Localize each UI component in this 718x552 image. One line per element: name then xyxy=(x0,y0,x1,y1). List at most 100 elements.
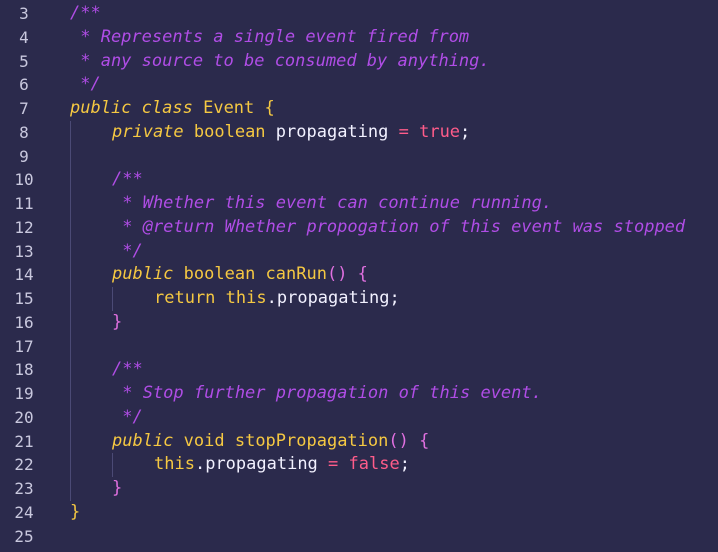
code-token: propagating xyxy=(275,121,389,142)
indent-guide xyxy=(112,287,113,311)
code-line: * Stop further propagation of this event… xyxy=(70,382,718,406)
code-line: public boolean canRun() { xyxy=(70,263,718,287)
code-token: void xyxy=(173,430,235,451)
code-token: boolean xyxy=(183,121,276,142)
indent-guide xyxy=(70,358,71,382)
code-line-content: } xyxy=(70,501,80,525)
code-line-content: public class Event { xyxy=(70,97,275,121)
code-line-content: public void stopPropagation() { xyxy=(112,430,429,454)
line-number: 10 xyxy=(14,170,34,190)
code-line-content: private boolean propagating = true; xyxy=(112,121,470,145)
indent-guide xyxy=(70,168,71,192)
code-line-content: * any source to be consumed by anything. xyxy=(70,50,490,74)
code-token: propagating xyxy=(276,288,390,308)
indent-guide xyxy=(70,429,71,454)
line-number: 12 xyxy=(14,217,34,237)
code-token: } xyxy=(112,478,123,498)
line-number: 14 xyxy=(14,265,34,285)
code-line: } xyxy=(70,310,718,335)
line-number: 5 xyxy=(19,51,29,71)
line-number: 4 xyxy=(19,27,29,47)
code-token: private xyxy=(112,121,184,142)
code-line: /** xyxy=(70,358,718,382)
code-line: * @return Whether propogation of this ev… xyxy=(70,215,718,240)
code-line-content: /** xyxy=(70,2,101,26)
code-line-content: */ xyxy=(70,73,101,97)
line-number: 18 xyxy=(14,360,34,380)
code-token: * Represents a single event fired from xyxy=(70,26,470,47)
code-token: public xyxy=(112,264,174,285)
code-token: * any source to be consumed by anything. xyxy=(70,50,490,71)
code-line xyxy=(70,144,718,169)
code-token: } xyxy=(70,501,81,522)
code-line: */ xyxy=(70,73,718,97)
indent-guide xyxy=(70,144,71,169)
indent-guide xyxy=(70,453,71,477)
line-number: 8 xyxy=(19,122,29,142)
code-line: this.propagating = false; xyxy=(70,453,718,477)
code-token: * @return Whether propogation of this ev… xyxy=(112,216,686,237)
code-token: */ xyxy=(70,74,101,95)
indent-guide xyxy=(70,334,71,359)
code-token: public xyxy=(70,98,132,118)
line-number: 6 xyxy=(19,75,29,95)
code-token: . xyxy=(194,454,206,475)
indent-guide xyxy=(70,263,71,287)
code-token: boolean xyxy=(173,264,266,285)
code-editor[interactable]: 3 4 5 6 7 8 9 10 11 12 13 14 15 16 17 18 19 20 21 22 23 24 25 … xyxy=(0,0,718,552)
code-token: /** xyxy=(70,3,101,23)
code-line-content: /** xyxy=(112,168,143,192)
code-area[interactable]: /** * Represents a single event fired fr… xyxy=(70,2,718,548)
code-line xyxy=(70,334,718,359)
indent-guide xyxy=(70,192,71,216)
code-token: = xyxy=(388,121,420,142)
line-number: 11 xyxy=(14,194,34,213)
line-number: 3 xyxy=(19,4,29,23)
code-token: public xyxy=(112,430,174,451)
line-number: 20 xyxy=(14,407,34,427)
code-line-content: * @return Whether propogation of this ev… xyxy=(112,216,685,240)
code-token: this xyxy=(154,454,195,475)
code-line: */ xyxy=(70,239,718,264)
code-line-content: return this.propagating; xyxy=(154,287,400,311)
line-number: 9 xyxy=(19,146,29,166)
code-line: public void stopPropagation() { xyxy=(70,429,718,454)
code-line-content: * Stop further propagation of this event… xyxy=(112,382,542,406)
code-token: /** xyxy=(112,169,143,190)
code-token: /** xyxy=(112,359,143,380)
indent-guide xyxy=(112,453,113,477)
line-number: 24 xyxy=(14,502,34,522)
line-number: 7 xyxy=(19,99,29,118)
code-token: ; xyxy=(389,288,400,308)
code-token: . xyxy=(266,288,277,308)
line-number: 17 xyxy=(14,336,34,356)
code-line-content: */ xyxy=(112,406,143,430)
code-token: propagating xyxy=(205,454,318,475)
line-number: 23 xyxy=(14,479,34,498)
code-line-content: * Whether this event can continue runnin… xyxy=(112,192,552,216)
code-line-content: /** xyxy=(112,358,143,382)
line-number: 13 xyxy=(14,241,34,261)
indent-guide xyxy=(70,477,71,501)
code-token: this xyxy=(215,288,267,308)
code-token: canRun xyxy=(265,264,327,285)
code-token: } xyxy=(112,311,123,332)
code-line: public class Event { xyxy=(70,97,718,121)
code-token: stopPropagation xyxy=(234,430,389,451)
line-number-gutter: 3 4 5 6 7 8 9 10 11 12 13 14 15 16 17 18 19 20 21 22 23 24 25 xyxy=(0,2,48,548)
code-token: * Stop further propagation of this event… xyxy=(112,383,542,403)
code-token: */ xyxy=(112,240,143,261)
line-number: 16 xyxy=(14,312,34,332)
code-token: */ xyxy=(112,406,143,427)
code-token: ; xyxy=(460,121,471,142)
indent-guide xyxy=(70,239,71,264)
indent-guide xyxy=(70,310,71,335)
code-token: return xyxy=(154,288,216,308)
code-line: /** xyxy=(70,2,718,26)
code-token: () { xyxy=(326,264,368,285)
indent-guide xyxy=(70,382,71,406)
code-token: class xyxy=(141,98,193,118)
code-line: return this.propagating; xyxy=(70,287,718,311)
code-line-content: * Represents a single event fired from xyxy=(70,26,469,50)
